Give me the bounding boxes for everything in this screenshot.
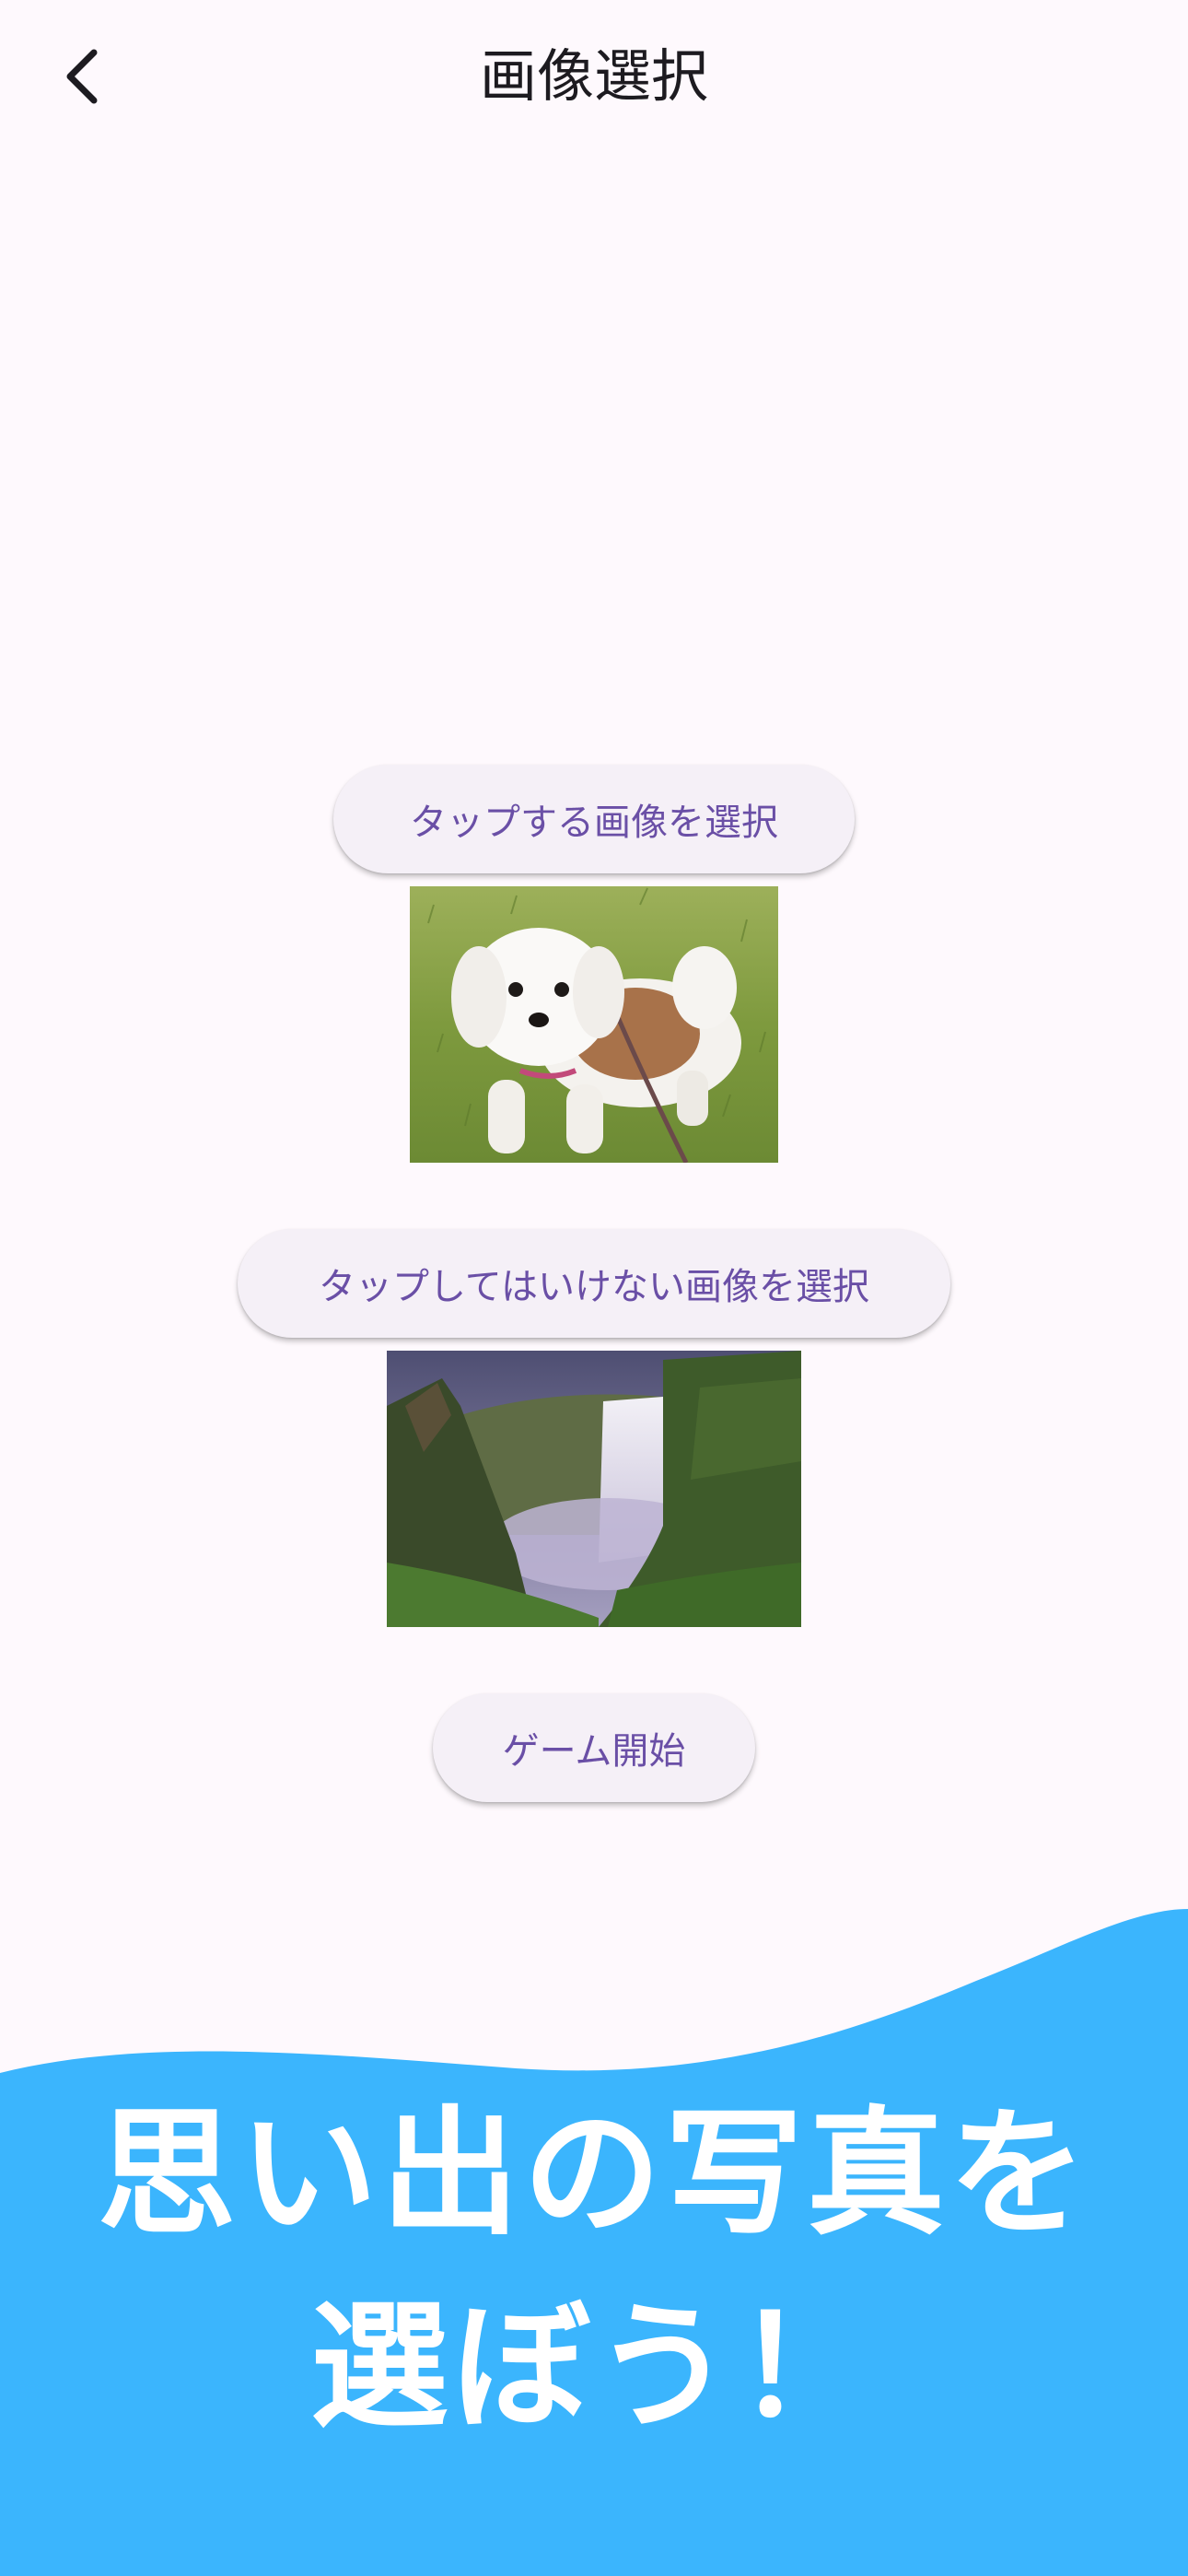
promo-headline-line-1: 思い出の写真を: [97, 2094, 1090, 2254]
no-tap-image-preview[interactable]: [387, 1351, 801, 1627]
select-no-tap-image-button[interactable]: タップしてはいけない画像を選択: [238, 1229, 950, 1338]
page-title: 画像選択: [479, 42, 708, 110]
select-tap-image-button[interactable]: タップする画像を選択: [333, 765, 855, 873]
promo-headline-line-2: 選ぼう！: [309, 2288, 878, 2448]
app-bar: 画像選択: [0, 0, 1188, 157]
start-game-button[interactable]: ゲーム開始: [433, 1693, 755, 1802]
tap-image-preview[interactable]: [410, 886, 778, 1163]
